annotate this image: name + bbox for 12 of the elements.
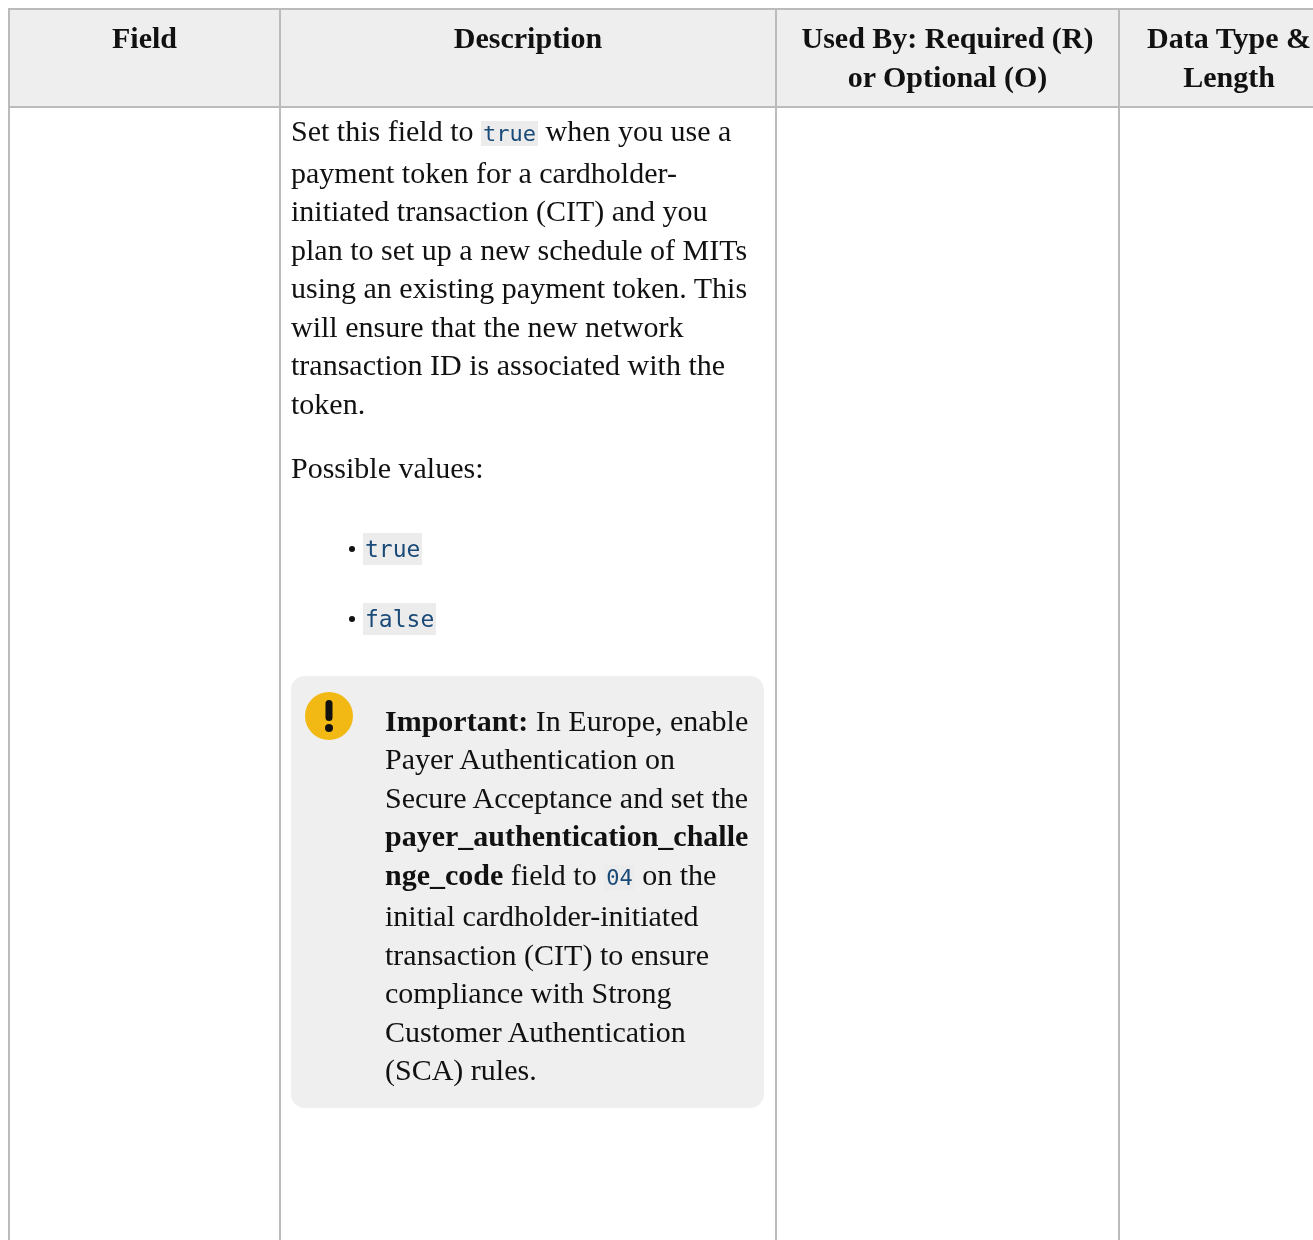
value-code: false (363, 602, 437, 635)
column-header: Data Type & Length (1119, 9, 1313, 107)
value-code: true (363, 532, 423, 565)
column-header: Field (9, 9, 280, 107)
note-text: Important: In Europe, enable Payer Authentication on Secure Acceptance and set the payer_authentication_challenge_code field to 04 on the initial cardholder-initiated transaction (CIT) to ensure compliance with Strong Customer Authentication (SCA) rules. (385, 702, 750, 1088)
values-label: Possible values: (291, 450, 485, 486)
column-header: Used By: Required (R) or Optional (O) (776, 9, 1119, 107)
description-text: Set this field to true when you use a payment token for a cardholder-initiated transaction (CIT) and you plan to set up a new schedule of MITs using an existing payment token. This will ensure that the new network transaction ID is associated with the token. (291, 113, 749, 422)
warning-icon (305, 691, 353, 740)
bullet-icon (349, 545, 355, 552)
bullet-icon (349, 615, 355, 622)
column-header: Description (280, 9, 776, 107)
